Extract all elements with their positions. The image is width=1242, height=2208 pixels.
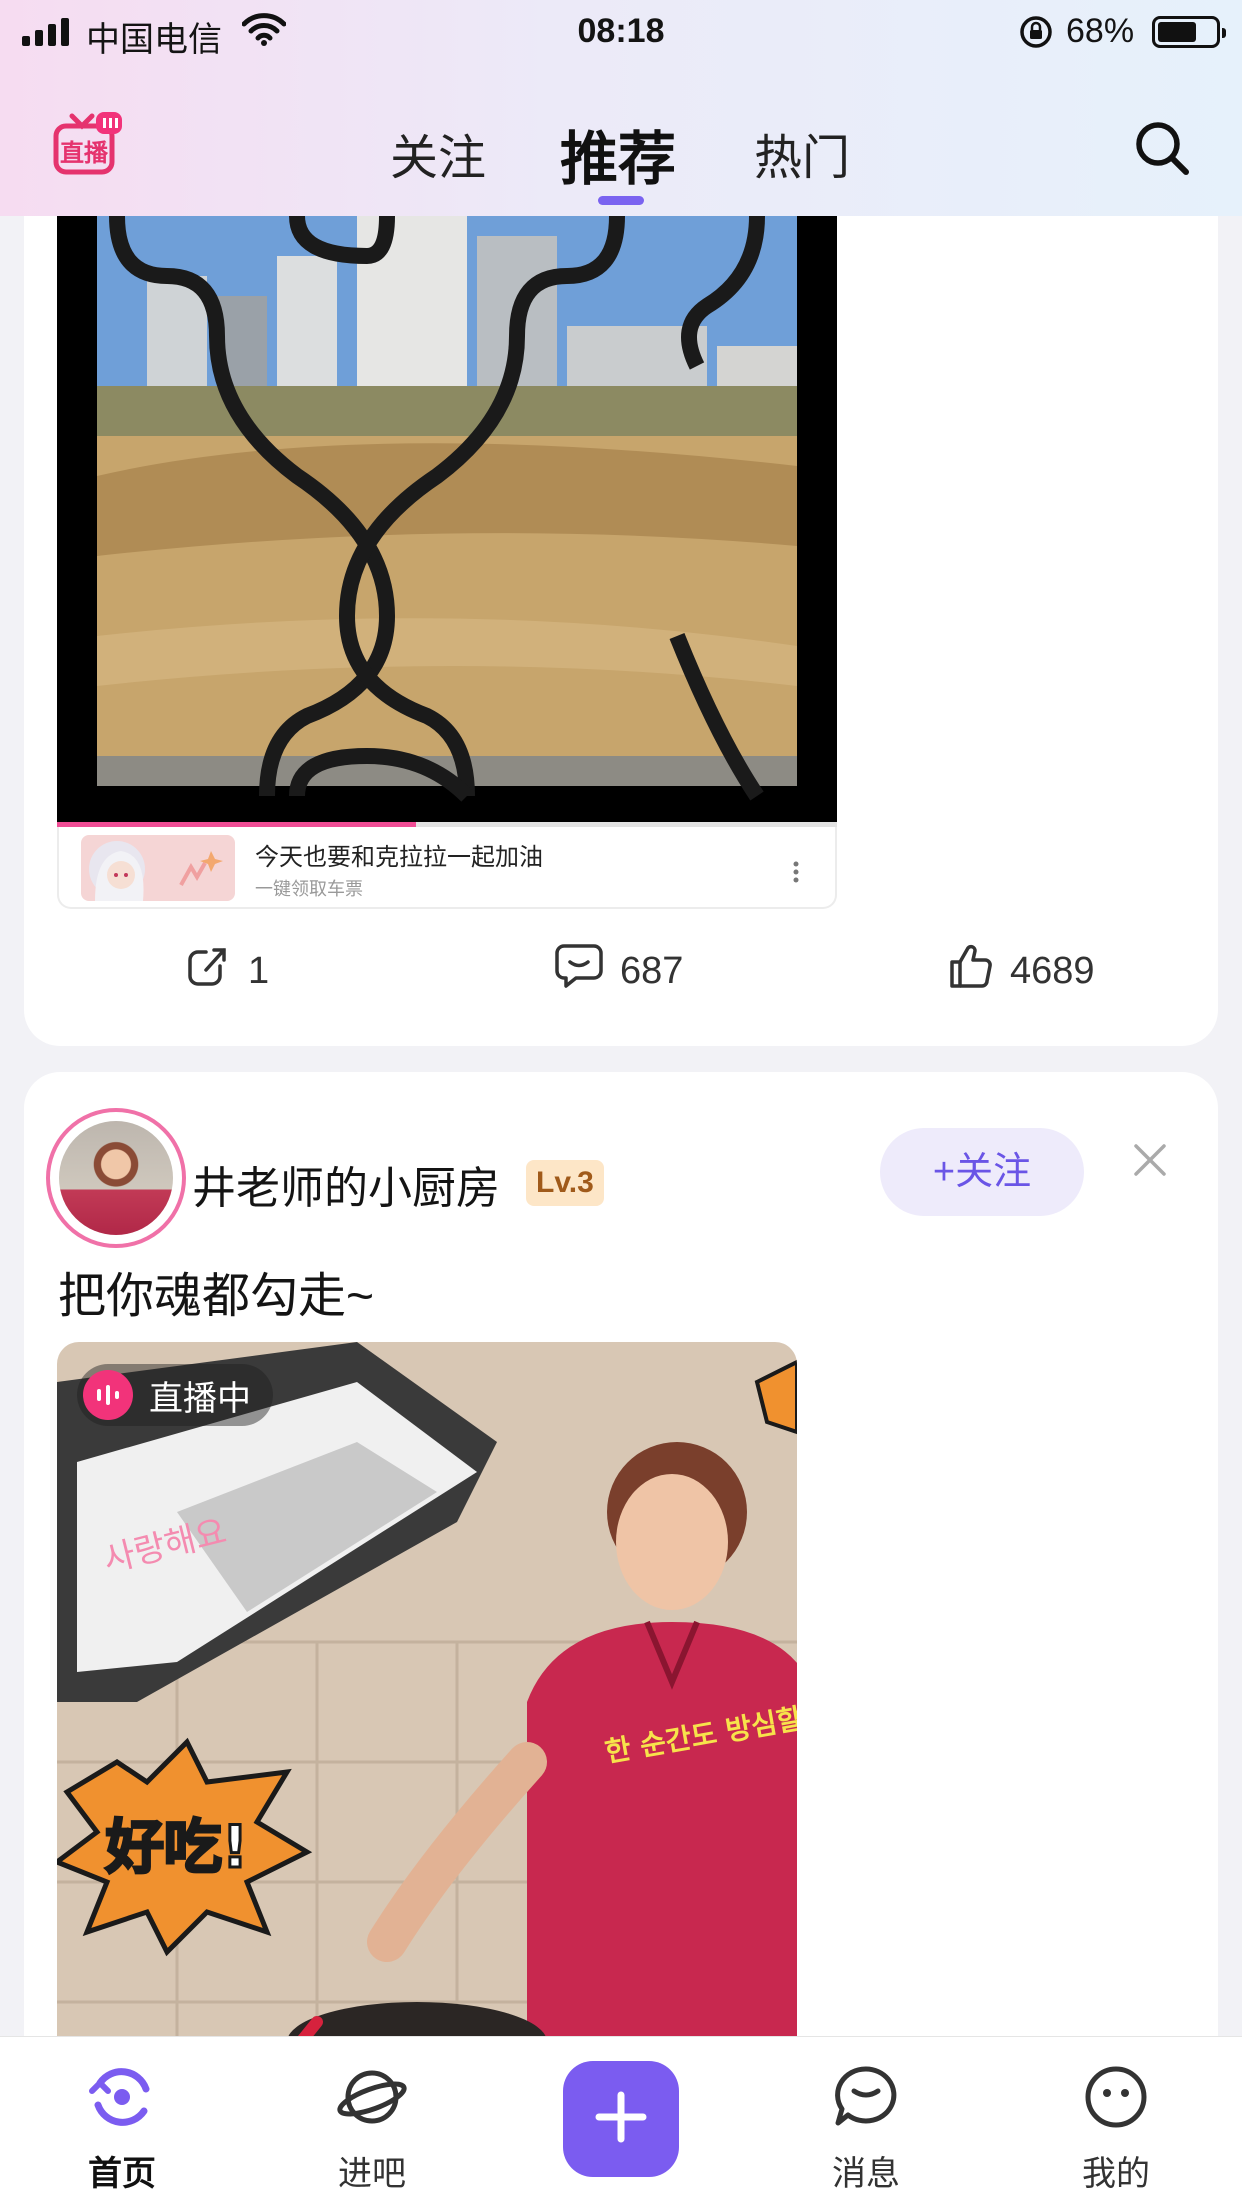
promo-title: 今天也要和克拉拉一起加油 [255,844,543,871]
battery-percent: 68% [1066,12,1135,50]
comment-count: 687 [620,949,684,992]
sticker-tasty: 好吃! [105,1813,248,1881]
tab-messages[interactable]: 消息 [796,2061,936,2195]
more-options-icon[interactable] [791,861,801,883]
level-badge: Lv.3 [526,1160,604,1206]
plus-icon [593,2089,649,2150]
comment-button[interactable]: 687 [554,942,683,1000]
promo-banner[interactable]: 今天也要和克拉拉一起加油 一键领取车票 [57,827,837,909]
tab-discover[interactable]: 进吧 [302,2061,442,2195]
follow-button[interactable]: +关注 [880,1128,1084,1216]
tab-following[interactable]: 关注 [390,118,486,188]
bottom-tab-bar: 首页 进吧 消息 我的 [0,2036,1242,2208]
like-button[interactable]: 4689 [946,942,1095,1000]
tab-home[interactable]: 首页 [52,2061,192,2195]
post-actions: 1 687 4689 [24,942,1218,1012]
comment-icon [554,942,604,1000]
live-equalizer-icon [83,1370,133,1420]
close-icon[interactable] [1132,1142,1168,1183]
post-caption: 把你魂都勾走~ [58,1270,375,1323]
logo-text: 直播 [60,139,109,167]
promo-subtitle: 一键领取车票 [255,879,363,899]
share-button[interactable]: 1 [184,942,269,1000]
active-tab-indicator [598,196,644,205]
top-nav: 直播 关注 推荐 热门 [0,100,1242,210]
tab-profile-label: 我的 [1082,2155,1150,2193]
live-logo-icon[interactable]: 直播 [52,110,126,184]
message-icon [830,2066,902,2137]
like-count: 4689 [1010,949,1095,992]
tab-recommended[interactable]: 推荐 [560,112,676,196]
live-badge-label: 直播中 [149,1379,251,1418]
battery-icon [1152,16,1226,48]
promo-thumbnail [81,835,235,901]
tab-home-label: 首页 [88,2155,156,2193]
tab-profile[interactable]: 我的 [1046,2061,1186,2195]
tab-hot[interactable]: 热门 [754,118,850,188]
search-icon[interactable] [1132,118,1192,183]
video-player[interactable] [57,216,837,830]
feed-post-card: 今天也要和克拉拉一起加油 一键领取车票 1 687 4689 [24,150,1218,1046]
username[interactable]: 井老师的小厨房 [192,1152,500,1216]
share-count: 1 [248,949,270,992]
planet-icon [336,2070,408,2137]
avatar-live-ring[interactable] [46,1108,186,1248]
create-post-button[interactable] [563,2061,679,2177]
status-bar: 中国电信 08:18 68% [0,0,1242,64]
status-time: 08:18 [577,12,665,50]
home-icon [86,2068,158,2137]
tab-discover-label: 进吧 [338,2155,406,2193]
tab-messages-label: 消息 [832,2155,900,2193]
thumbs-up-icon [946,942,994,1000]
avatar [59,1121,173,1235]
rotation-lock-icon [1018,14,1054,59]
live-badge: 直播中 [77,1364,273,1426]
profile-icon [1080,2066,1152,2137]
top-bar: 中国电信 08:18 68% 直播 关注 推荐 热门 [0,0,1242,216]
share-icon [184,942,232,1000]
